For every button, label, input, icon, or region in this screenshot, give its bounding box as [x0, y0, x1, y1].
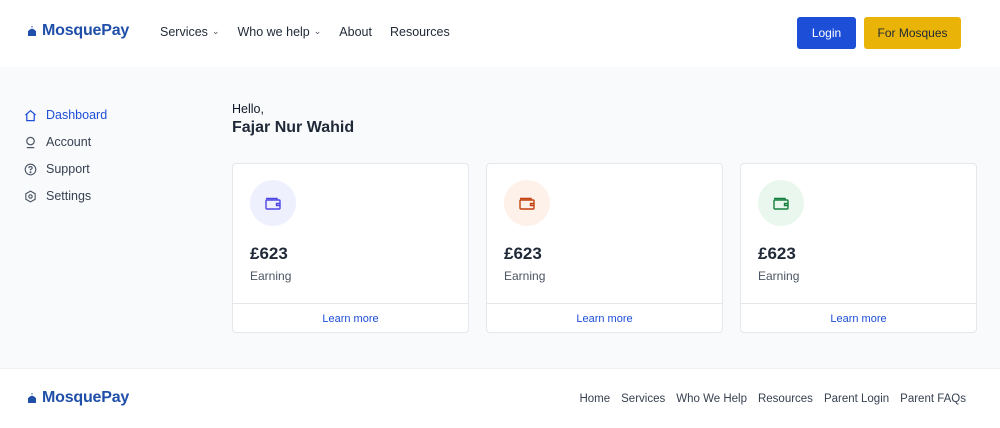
footer-brand-logo[interactable]: MosquePay: [26, 389, 129, 407]
sidebar: Dashboard Account Support Settings: [24, 107, 107, 204]
sidebar-item-settings[interactable]: Settings: [24, 188, 107, 204]
card-divider: [487, 303, 722, 304]
nav-resources-label: Resources: [389, 25, 450, 39]
sidebar-item-support[interactable]: Support: [24, 161, 107, 177]
user-name: Fajar Nur Wahid: [232, 119, 355, 136]
footer-link-who-we-help[interactable]: Who We Help: [676, 393, 747, 405]
card-amount: £623: [504, 244, 542, 263]
nav-who-we-help-label: Who we help: [237, 25, 310, 39]
card-icon-badge: [758, 180, 804, 226]
sidebar-item-dashboard[interactable]: Dashboard: [24, 107, 107, 123]
earning-card: £623 Earning Learn more: [232, 163, 469, 333]
brand-name: MosquePay: [42, 22, 130, 39]
wallet-icon: [265, 197, 281, 210]
card-divider: [741, 303, 976, 304]
nav-services[interactable]: Services ⌄: [160, 25, 219, 39]
settings-icon: [25, 189, 36, 203]
earning-card: £623 Earning Learn more: [740, 163, 977, 333]
card-label: Earning: [504, 269, 546, 283]
card-icon-badge: [250, 180, 296, 226]
chevron-down-icon: ⌄: [211, 25, 220, 36]
footer-link-parent-faqs[interactable]: Parent FAQs: [900, 393, 966, 405]
main-nav: Services ⌄ Who we help ⌄ About Resources: [160, 25, 450, 39]
card-label: Earning: [250, 269, 292, 283]
mosque-icon: [27, 393, 37, 403]
card-icon-badge: [504, 180, 550, 226]
card-amount: £623: [758, 244, 796, 263]
card-divider: [233, 303, 468, 304]
learn-more-link[interactable]: Learn more: [233, 313, 468, 325]
greeting-hello: Hello,: [232, 102, 264, 116]
footer-link-services[interactable]: Services: [621, 393, 665, 405]
wallet-icon: [773, 197, 789, 210]
nav-about[interactable]: About: [339, 25, 372, 39]
brand-logo[interactable]: MosquePay: [26, 22, 129, 40]
footer-link-resources[interactable]: Resources: [758, 393, 813, 405]
learn-more-link[interactable]: Learn more: [487, 313, 722, 325]
nav-services-label: Services: [160, 25, 208, 39]
footer-link-parent-login[interactable]: Parent Login: [824, 393, 889, 405]
sidebar-item-account[interactable]: Account: [24, 134, 107, 150]
top-header: MosquePay Services ⌄ Who we help ⌄ About…: [0, 0, 1000, 67]
help-circle-icon: [24, 163, 37, 175]
sidebar-item-label: Dashboard: [46, 108, 108, 122]
dashboard-main: Dashboard Account Support Settings Hello…: [0, 67, 1000, 368]
login-button[interactable]: Login: [797, 17, 856, 49]
site-footer: MosquePay Home Services Who We Help Reso…: [0, 368, 1000, 428]
learn-more-link[interactable]: Learn more: [741, 313, 976, 325]
home-icon: [25, 109, 36, 121]
wallet-icon: [519, 197, 535, 210]
user-icon: [26, 136, 35, 148]
sidebar-item-label: Account: [46, 135, 92, 149]
mosque-icon: [27, 26, 37, 36]
sidebar-item-label: Settings: [46, 189, 92, 203]
brand-name: MosquePay: [42, 389, 130, 406]
earning-card: £623 Earning Learn more: [486, 163, 723, 333]
card-amount: £623: [250, 244, 288, 263]
footer-nav: Home Services Who We Help Resources Pare…: [579, 393, 966, 405]
nav-who-we-help[interactable]: Who we help ⌄: [237, 25, 321, 39]
card-label: Earning: [758, 269, 800, 283]
chevron-down-icon: ⌄: [313, 25, 322, 36]
nav-resources[interactable]: Resources: [390, 25, 450, 39]
footer-link-home[interactable]: Home: [579, 393, 610, 405]
for-mosques-button[interactable]: For Mosques: [864, 17, 961, 49]
nav-about-label: About: [339, 25, 372, 39]
sidebar-item-label: Support: [46, 162, 90, 176]
